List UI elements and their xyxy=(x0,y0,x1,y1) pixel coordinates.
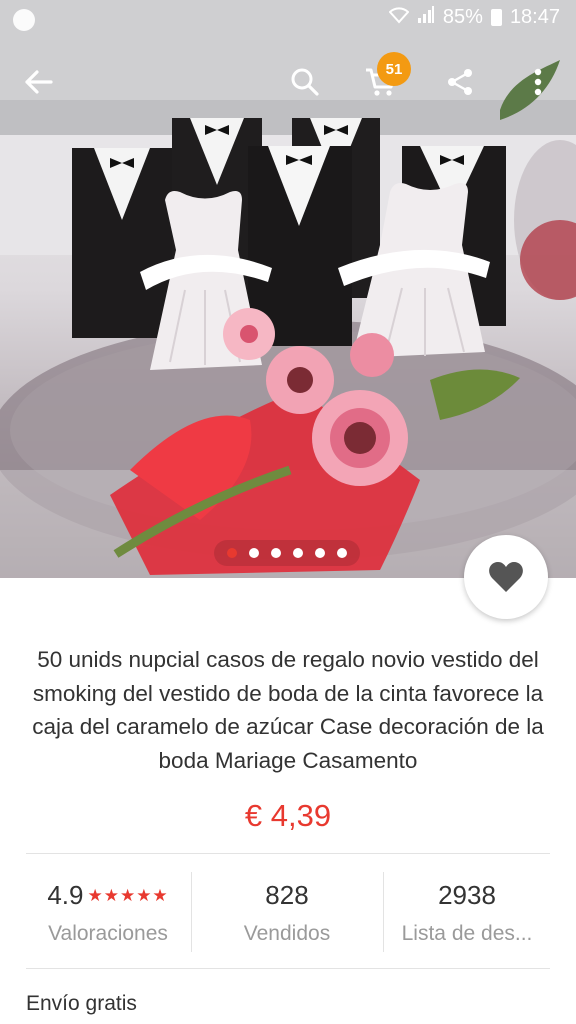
search-icon xyxy=(291,68,319,96)
pager-dot[interactable] xyxy=(315,548,325,558)
pager-dot[interactable] xyxy=(249,548,259,558)
add-to-wishlist-button[interactable] xyxy=(464,535,548,619)
share-button[interactable] xyxy=(438,60,482,104)
search-button[interactable] xyxy=(283,60,327,104)
more-vert-icon xyxy=(534,68,542,96)
more-options-button[interactable] xyxy=(516,60,560,104)
divider xyxy=(26,968,550,969)
sold-stat[interactable]: 828 Vendidos xyxy=(192,866,382,958)
wishlist-value: 2938 xyxy=(438,880,496,910)
image-pager-dots xyxy=(214,540,360,566)
notification-icon xyxy=(13,9,35,31)
back-button[interactable] xyxy=(16,60,60,104)
product-title: 50 unids nupcial casos de regalo novio v… xyxy=(32,647,544,773)
share-icon xyxy=(448,69,472,95)
signal-icon xyxy=(417,6,435,29)
product-image-gallery[interactable]: 85% 18:47 51 xyxy=(0,0,576,578)
battery-icon xyxy=(490,9,502,26)
divider xyxy=(26,853,550,854)
app-bar xyxy=(0,50,576,114)
sold-label: Vendidos xyxy=(243,922,331,945)
pager-dot-active[interactable] xyxy=(227,548,237,558)
clock: 18:47 xyxy=(509,6,560,28)
heart-icon xyxy=(489,562,523,592)
back-arrow-icon xyxy=(25,70,53,94)
wishlist-stat[interactable]: 2938 Lista de des... xyxy=(384,866,550,958)
shipping-info[interactable]: Envío gratis xyxy=(26,992,137,1016)
wishlist-label: Lista de des... xyxy=(401,922,533,945)
rating-stat[interactable]: 4.9 ★★★★★ Valoraciones xyxy=(26,866,190,958)
product-stats: 4.9 ★★★★★ Valoraciones 828 Vendidos 2938 … xyxy=(0,866,576,958)
rating-stars-icon: ★★★★★ xyxy=(87,886,169,905)
sold-value: 828 xyxy=(265,880,309,910)
status-bar: 85% 18:47 xyxy=(0,0,576,40)
pager-dot[interactable] xyxy=(293,548,303,558)
rating-value: 4.9 xyxy=(47,880,84,910)
rating-label: Valoraciones xyxy=(48,922,168,945)
pager-dot[interactable] xyxy=(271,548,281,558)
pager-dot[interactable] xyxy=(337,548,347,558)
battery-percent: 85% xyxy=(442,6,483,28)
cart-count-badge: 51 xyxy=(377,52,411,86)
product-price: € 4,39 xyxy=(244,798,332,833)
wifi-icon xyxy=(388,6,410,29)
